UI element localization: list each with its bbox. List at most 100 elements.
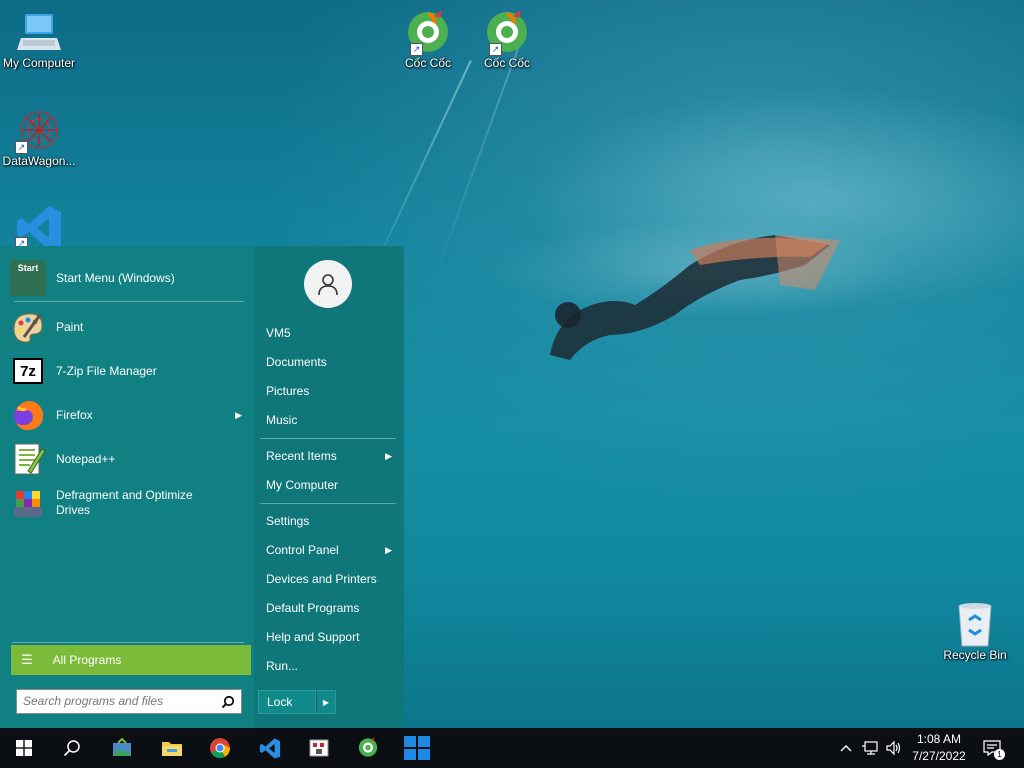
taskbar-app[interactable] [295,728,343,768]
divider [260,438,396,439]
divider [14,301,244,302]
taskbar: 1:08 AM 7/27/2022 1 [0,728,1024,768]
paint-icon [13,313,43,343]
volume-icon [886,740,901,756]
divider [12,642,244,643]
menu-item-label: Documents [266,355,327,369]
divider [260,503,396,504]
menu-item-default-programs[interactable]: Default Programs [260,595,396,621]
app-icon [309,739,329,757]
taskbar-coccoc[interactable] [344,728,392,768]
list-icon: ☰ [21,652,33,667]
menu-item-my-computer[interactable]: My Computer [260,472,396,498]
program-7zip[interactable]: 7z 7-Zip File Manager [10,351,246,391]
notification-count-badge: 1 [994,749,1005,760]
desktop-icon-coccoc-1[interactable]: ↗ Cốc Cốc [390,10,466,70]
windows-start-icon [16,740,32,756]
volume-button[interactable] [884,738,904,758]
computer-icon [17,14,61,50]
program-label: 7-Zip File Manager [56,363,157,378]
program-defrag[interactable]: Defragment and Optimize Drives [10,483,246,523]
show-hidden-icons-button[interactable] [836,738,856,758]
light-ray [431,40,522,286]
menu-item-label: Settings [266,514,310,528]
desktop-icon-label: My Computer [2,56,76,70]
desktop-icon-vscode[interactable]: ↗ [1,204,77,250]
menu-item-label: Recent Items [266,449,337,463]
program-label: Paint [56,319,84,334]
network-icon [862,741,878,755]
coccoc-icon [358,737,378,757]
menu-item-label: Default Programs [266,601,360,615]
menu-item-control-panel[interactable]: Control Panel ▶ [260,537,396,563]
windows-logo-icon [404,736,430,760]
desktop-icon-datawagon[interactable]: ↗ DataWagon... [1,108,77,168]
menu-item-run[interactable]: Run... [260,653,396,679]
program-firefox[interactable]: Firefox ▶ [10,395,246,435]
power-options-arrow-button[interactable]: ▶ [316,690,336,714]
desktop-icon-label: DataWagon... [2,154,76,168]
submenu-arrow-icon: ▶ [385,450,392,461]
submenu-arrow-icon: ▶ [235,409,242,420]
chevron-up-icon [840,745,852,752]
taskbar-chrome[interactable] [196,728,244,768]
menu-item-label: Music [266,413,298,427]
lock-label: Lock [267,695,293,709]
lock-control: Lock ▶ [258,690,336,714]
chrome-icon [210,738,231,759]
start-button[interactable] [0,728,48,768]
menu-item-settings[interactable]: Settings [260,508,396,534]
start-menu-places-pane: VM5 Documents Pictures Music Recent Item… [254,246,404,728]
desktop-icon-my-computer[interactable]: My Computer [1,10,77,70]
search-icon[interactable] [221,695,235,709]
recycle-bin-icon [958,603,992,647]
menu-item-vm5[interactable]: VM5 [260,320,396,346]
desktop-icon-label: Cốc Cốc [483,56,530,70]
shortcut-arrow-icon: ↗ [489,43,502,56]
firefox-icon [14,401,44,431]
menu-item-devices-printers[interactable]: Devices and Printers [260,566,396,592]
menu-item-label: My Computer [266,478,339,492]
chevron-right-icon: ▶ [322,697,330,707]
desktop-icon-recycle-bin[interactable]: Recycle Bin [937,602,1013,662]
pinned-start-menu-windows[interactable]: Start Start Menu (Windows) [10,258,246,298]
user-avatar[interactable] [304,260,352,308]
menu-item-documents[interactable]: Documents [260,349,396,375]
menu-item-label: Control Panel [266,543,339,557]
menu-item-music[interactable]: Music [260,407,396,433]
all-programs-label: All Programs [52,653,122,667]
shortcut-arrow-icon: ↗ [15,141,28,154]
program-label: Firefox [56,407,93,422]
clock-date: 7/27/2022 [912,749,966,763]
menu-item-recent-items[interactable]: Recent Items ▶ [260,443,396,469]
menu-item-label: Pictures [266,384,310,398]
desktop-icon-coccoc-2[interactable]: ↗ Cốc Cốc [469,10,545,70]
search-input[interactable] [17,690,225,711]
menu-item-help-support[interactable]: Help and Support [260,624,396,650]
defrag-icon [14,491,42,517]
taskbar-file-explorer[interactable] [148,728,196,768]
menu-item-label: VM5 [266,326,291,340]
taskbar-windows-app[interactable] [393,728,441,768]
desktop-icon-label: Recycle Bin [943,648,1007,662]
diver-image [550,235,840,360]
notification-center-button[interactable]: 1 [982,738,1005,760]
taskbar-search-button[interactable] [48,728,96,768]
notepadpp-icon [14,443,46,475]
all-programs-button[interactable]: ☰ All Programs [11,645,251,675]
program-notepadpp[interactable]: Notepad++ [10,439,246,479]
shortcut-arrow-icon: ↗ [410,43,423,56]
submenu-arrow-icon: ▶ [385,544,392,555]
network-button[interactable] [860,738,880,758]
taskbar-photo-app[interactable] [98,728,146,768]
menu-item-pictures[interactable]: Pictures [260,378,396,404]
start-menu-icon: Start [10,260,46,296]
menu-item-label: Help and Support [266,630,360,644]
clock[interactable]: 1:08 AM 7/27/2022 [906,731,972,765]
taskbar-vscode[interactable] [246,728,294,768]
desktop-icon-label: Cốc Cốc [404,56,451,70]
program-paint[interactable]: Paint [10,307,246,347]
menu-item-label: Devices and Printers [266,572,377,586]
lock-button[interactable]: Lock [258,690,316,714]
clock-time: 1:08 AM [916,732,962,746]
